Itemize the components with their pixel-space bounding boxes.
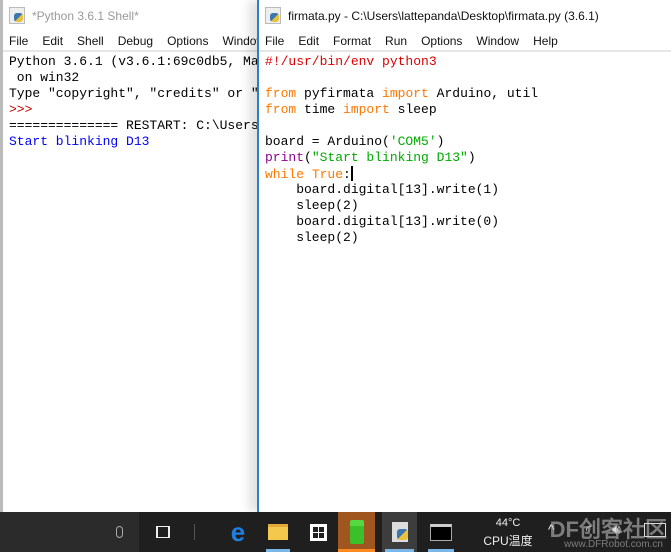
code-token: ) [436,134,445,149]
file-explorer-icon[interactable] [263,512,293,552]
code-token: from [265,86,297,101]
python-file-icon [265,7,281,24]
chevron-up-icon[interactable]: ^ [548,521,555,537]
cpu-temperature: 44°C [495,517,521,529]
code-token: >>> [9,102,41,117]
shell-title: *Python 3.6.1 Shell* [32,8,139,23]
python-shell-window[interactable]: *Python 3.6.1 Shell* File Edit Shell Debug O… [0,0,258,512]
code-line: Start blinking D13 [9,134,258,150]
code-token: Type "copyright", "credits" or " [9,86,258,101]
shell-title-bar[interactable]: *Python 3.6.1 Shell* [3,0,258,31]
code-token: pyfirmata [296,86,383,101]
wifi-icon[interactable]: ◜ [586,522,591,538]
python-idle-icon [9,7,25,24]
edge-icon[interactable]: e [224,512,252,552]
menu-debug[interactable]: Debug [111,34,160,48]
menu-edit[interactable]: Edit [35,34,70,48]
menu-file[interactable]: File [3,34,35,48]
code-editor[interactable]: #!/usr/bin/env python3 from pyfirmata imp… [259,52,671,246]
code-token: Python 3.6.1 (v3.6.1:69c0db5, Ma [9,54,258,69]
code-line: board = Arduino('COM5') [265,134,671,150]
code-token: on win32 [9,70,80,85]
code-token: sleep(2) [265,230,359,245]
code-line: on win32 [9,70,258,86]
menu-file[interactable]: File [259,34,291,48]
code-token: print [265,150,305,165]
code-token: sleep(2) [265,198,359,213]
editor-title-bar[interactable]: firmata.py - C:\Users\lattepanda\Desktop… [259,0,671,31]
code-line: while True: [265,166,671,182]
code-token: True [311,167,344,182]
menu-help[interactable]: Help [526,34,565,48]
green-pipe-app-icon[interactable] [338,512,375,552]
code-line: >>> [9,102,258,118]
store-icon[interactable] [303,512,333,552]
python-idle-icon[interactable] [382,512,417,552]
code-token: import [343,102,390,117]
code-line: Type "copyright", "credits" or " [9,86,258,102]
menu-edit[interactable]: Edit [291,34,326,48]
menu-run[interactable]: Run [378,34,414,48]
watermark-url: www.DFRobot.com.cn [564,539,663,550]
code-line: from pyfirmata import Arduino, util [265,86,671,102]
code-token: : [343,167,351,182]
code-token: ============== RESTART: C:\Users [9,118,258,133]
code-token: ( [304,150,312,165]
code-line: print("Start blinking D13") [265,150,671,166]
code-token: ) [467,150,476,165]
menu-shell[interactable]: Shell [70,34,111,48]
menu-window[interactable]: Window [215,34,258,48]
menu-options[interactable]: Options [160,34,215,48]
task-view-icon[interactable] [150,512,176,552]
shell-output[interactable]: Python 3.6.1 (v3.6.1:69c0db5, Ma on win3… [3,52,258,150]
menu-window[interactable]: Window [469,34,526,48]
code-line: sleep(2) [265,230,671,246]
editor-window[interactable]: firmata.py - C:\Users\lattepanda\Desktop… [257,0,671,512]
code-token: #!/usr/bin/env python3 [265,54,437,69]
microphone-icon[interactable] [108,512,130,552]
shell-menu-bar: FileEditShellDebugOptionsWindow [3,31,258,52]
code-line: sleep(2) [265,198,671,214]
code-token: while [265,167,305,182]
code-token: sleep [389,102,437,117]
code-token: 'COM5' [389,134,437,149]
taskbar-divider [194,524,195,540]
code-line: from time import sleep [265,102,671,118]
code-token: Start blinking D13 [9,134,150,149]
menu-format[interactable]: Format [326,34,378,48]
code-token: Arduino, util [428,86,539,101]
code-token: time [296,102,344,117]
code-token: import [382,86,429,101]
taskbar: e 44°C CPU温度 ^ ◜ 🔊︎ DF创客社区 www.DFRobot.c… [0,512,671,552]
editor-title: firmata.py - C:\Users\lattepanda\Desktop… [288,8,599,23]
editor-menu-bar: File Edit Format Run Options Window Help [259,31,671,52]
code-line: ============== RESTART: C:\Users [9,118,258,134]
code-token: board = Arduino( [265,134,390,149]
code-line: board.digital[13].write(1) [265,182,671,198]
keyboard-icon[interactable] [644,523,666,537]
menu-options[interactable]: Options [414,34,469,48]
code-line: Python 3.6.1 (v3.6.1:69c0db5, Ma [9,54,258,70]
text-cursor [350,166,353,181]
code-token: from [265,102,297,117]
code-token: board.digital[13].write(1) [265,182,500,197]
volume-icon[interactable]: 🔊︎ [612,521,621,538]
command-prompt-icon[interactable] [425,512,457,552]
code-token: "Start blinking D13" [311,150,468,165]
code-line: #!/usr/bin/env python3 [265,54,671,70]
code-line: board.digital[13].write(0) [265,214,671,230]
cpu-label: CPU温度 [483,534,533,548]
code-token: board.digital[13].write(0) [265,214,500,229]
